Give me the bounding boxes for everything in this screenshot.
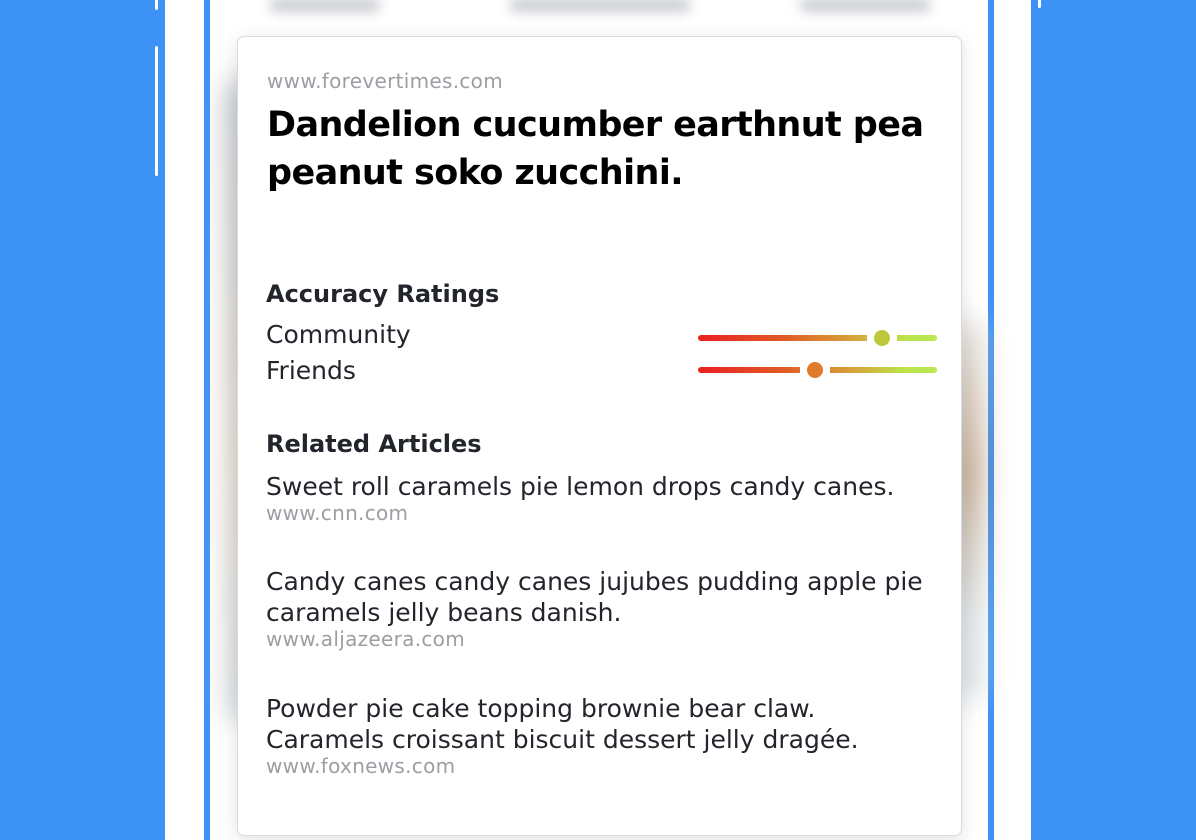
phone-side-button — [155, 0, 158, 10]
rating-label-community: Community — [266, 320, 411, 349]
related-article-title[interactable]: Sweet roll caramels pie lemon drops cand… — [266, 471, 936, 502]
slider-track — [698, 335, 937, 341]
article-source-url[interactable]: www.forevertimes.com — [267, 69, 503, 93]
related-articles-title: Related Articles — [266, 430, 482, 458]
article-card[interactable]: www.forevertimes.com Dandelion cucumber … — [237, 36, 962, 836]
related-article-url[interactable]: www.cnn.com — [266, 502, 936, 524]
rating-label-friends: Friends — [266, 356, 356, 385]
accuracy-ratings-title: Accuracy Ratings — [266, 280, 500, 308]
blurred-background-text — [270, 0, 380, 12]
related-article-url[interactable]: www.foxnews.com — [266, 755, 936, 777]
slider-thumb[interactable] — [807, 362, 824, 378]
rating-slider-friends[interactable] — [698, 362, 937, 378]
related-article-title[interactable]: Candy canes candy canes jujubes pudding … — [266, 566, 936, 628]
related-article[interactable]: Candy canes candy canes jujubes pudding … — [266, 566, 936, 650]
related-article[interactable]: Powder pie cake topping brownie bear cla… — [266, 693, 936, 777]
rating-slider-community[interactable] — [698, 330, 937, 346]
related-article-title[interactable]: Powder pie cake topping brownie bear cla… — [266, 693, 936, 755]
phone-side-button — [155, 46, 158, 176]
related-article[interactable]: Sweet roll caramels pie lemon drops cand… — [266, 471, 936, 524]
article-headline[interactable]: Dandelion cucumber earthnut pea peanut s… — [267, 101, 937, 197]
blurred-background-text — [510, 0, 690, 12]
phone-side-button — [1038, 0, 1041, 8]
related-article-url[interactable]: www.aljazeera.com — [266, 628, 936, 650]
slider-thumb[interactable] — [874, 330, 891, 346]
blurred-background-text — [800, 0, 930, 12]
